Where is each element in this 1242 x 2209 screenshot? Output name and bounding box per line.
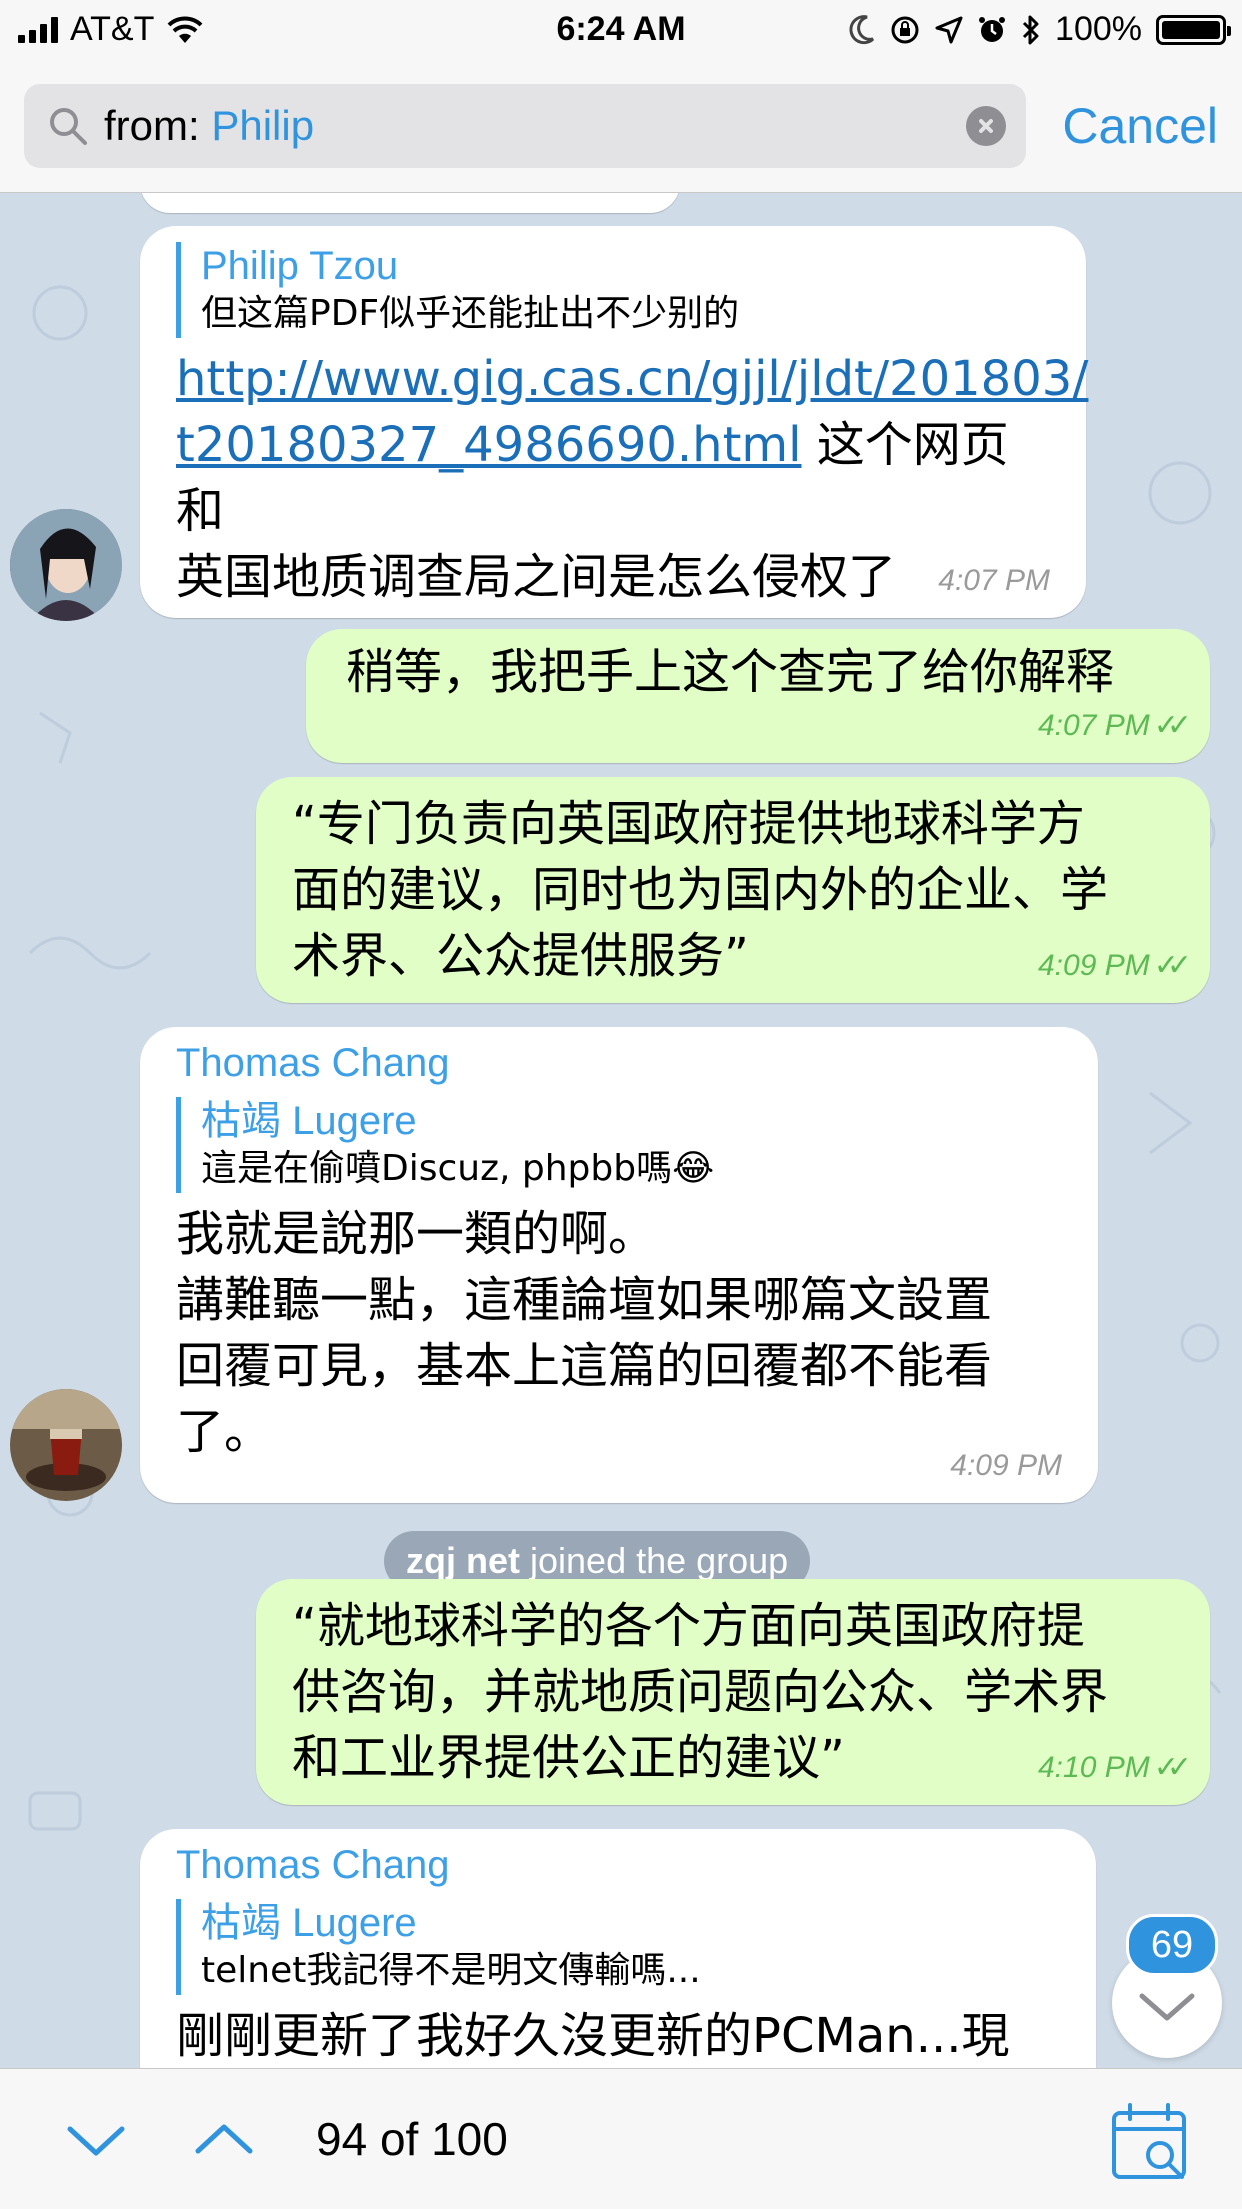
- message-time: 4:07 PM: [938, 564, 1050, 597]
- message-text-line: 面的建议，同时也为国内外的企业、学: [292, 862, 1109, 918]
- message-text-line: 供咨询，并就地质问题向公众、学术界: [292, 1664, 1109, 1720]
- sender-name[interactable]: Thomas Chang: [176, 1035, 1068, 1091]
- bluetooth-icon: [1022, 15, 1039, 44]
- search-value: from: Philip: [104, 84, 314, 168]
- battery-icon: [1156, 14, 1231, 45]
- unread-count-badge: 69: [1126, 1914, 1218, 1976]
- message-time-text: 4:07 PM: [1037, 709, 1150, 742]
- message-text: 稍等，我把手上这个查完了给你解释: [346, 644, 1115, 700]
- message-bubble-partial[interactable]: [140, 193, 680, 213]
- message-bubble-outgoing[interactable]: “就地球科学的各个方面向英国政府提 供咨询，并就地质问题向公众、学术界 和工业界…: [256, 1579, 1210, 1805]
- message-bubble-incoming[interactable]: Philip Tzou 但这篇PDF似乎还能扯出不少别的 http://www.…: [140, 226, 1088, 618]
- moon-icon: [849, 14, 875, 44]
- calendar-search-icon[interactable]: [1110, 2101, 1194, 2185]
- reply-text: telnet我記得不是明文傳輸嗎...: [201, 1950, 701, 1991]
- message-text: “专门负责向英国政府提供地球科学方 面的建议，同时也为国内外的企业、学 术界、公…: [292, 791, 1108, 989]
- message-time-text: 4:09 PM: [1037, 949, 1150, 982]
- message-text-line: 和工业界提供公正的建议”: [292, 1730, 845, 1786]
- message-time: 4:07 PM ✓✓: [1037, 708, 1192, 743]
- message-bubble-incoming[interactable]: Thomas Chang 枯竭 Lugere 這是在偷噴Discuz, phpb…: [140, 1027, 1098, 1503]
- reply-author: Philip Tzou: [201, 244, 399, 288]
- read-checkmarks-icon: ✓✓: [1153, 949, 1192, 982]
- alarm-icon: [979, 16, 1006, 42]
- message-text-line: “专门负责向英国政府提供地球科学方: [292, 796, 1085, 852]
- service-user[interactable]: zqj net: [406, 1540, 520, 1581]
- status-bar: AT&T 6:24 AM 100%: [0, 0, 1242, 60]
- message-bubble-incoming[interactable]: Thomas Chang 枯竭 Lugere telnet我記得不是明文傳輸嗎.…: [140, 1829, 1096, 2068]
- reply-quote[interactable]: 枯竭 Lugere 這是在偷噴Discuz, phpbb嗎😂: [176, 1097, 1068, 1193]
- search-icon: [50, 108, 87, 145]
- reply-text: 這是在偷噴Discuz, phpbb嗎😂: [201, 1148, 715, 1189]
- avatar-philip[interactable]: [10, 509, 122, 621]
- orientation-lock-icon: [891, 16, 919, 43]
- cancel-button[interactable]: Cancel: [1062, 84, 1218, 168]
- location-icon: [935, 16, 963, 43]
- message-text-line: “就地球科学的各个方面向英国政府提: [292, 1598, 1085, 1654]
- result-counter: 94 of 100: [316, 2113, 508, 2165]
- reply-quote[interactable]: 枯竭 Lugere telnet我記得不是明文傳輸嗎...: [176, 1899, 1066, 1995]
- message-time: 4:09 PM: [950, 1449, 1062, 1482]
- message-time: 4:09 PM ✓✓: [1037, 948, 1192, 983]
- read-checkmarks-icon: ✓✓: [1153, 709, 1192, 742]
- message-time: 4:10 PM ✓✓: [1037, 1750, 1192, 1785]
- message-bubble-outgoing[interactable]: 稍等，我把手上这个查完了给你解释 4:07 PM ✓✓: [306, 629, 1210, 763]
- message-text: 剛剛更新了我好久沒更新的PCMan...現: [176, 2008, 1010, 2064]
- chat-area[interactable]: Philip Tzou 但这篇PDF似乎还能扯出不少别的 http://www.…: [0, 193, 1242, 2068]
- sender-name[interactable]: Thomas Chang: [176, 1837, 1066, 1893]
- previous-result-chevron-up-icon[interactable]: [192, 2109, 256, 2169]
- next-result-chevron-down-icon[interactable]: [64, 2109, 128, 2169]
- search-results-bar: 94 of 100: [0, 2068, 1242, 2209]
- battery-percent: 100%: [1055, 10, 1142, 48]
- message-text: http://www.gig.cas.cn/gjjl/jldt/201803/t…: [176, 346, 1088, 610]
- message-time-text: 4:10 PM: [1037, 1751, 1150, 1784]
- message-text-line: 講難聽一點，這種論壇如果哪篇文設置: [176, 1272, 993, 1328]
- search-header: from: Philip Cancel: [0, 60, 1242, 193]
- reply-author: 枯竭 Lugere: [201, 1099, 417, 1143]
- read-checkmarks-icon: ✓✓: [1153, 1751, 1192, 1784]
- reply-author: 枯竭 Lugere: [201, 1901, 417, 1945]
- message-bubble-outgoing[interactable]: “专门负责向英国政府提供地球科学方 面的建议，同时也为国内外的企业、学 术界、公…: [256, 777, 1210, 1003]
- link-line-2: t20180327_4986690.html: [176, 417, 802, 473]
- search-prefix: from:: [104, 102, 212, 149]
- message-text: 我就是說那一類的啊。 講難聽一點，這種論壇如果哪篇文設置 回覆可見，基本上這篇的…: [176, 1201, 1068, 1465]
- search-input[interactable]: from: Philip: [24, 84, 1026, 168]
- reply-quote[interactable]: Philip Tzou 但这篇PDF似乎还能扯出不少别的: [176, 242, 1056, 338]
- message-text-line: 我就是說那一類的啊。: [176, 1206, 657, 1262]
- search-query: Philip: [211, 102, 315, 149]
- message-text-line: 回覆可見，基本上這篇的回覆都不能看: [176, 1338, 993, 1394]
- avatar-image: [10, 1389, 122, 1501]
- service-text: joined the group: [520, 1540, 789, 1581]
- avatar-image: [10, 509, 122, 621]
- message-text-line: 术界、公众提供服务”: [292, 928, 749, 984]
- message-text-line: 了。: [176, 1404, 273, 1460]
- status-right: 100%: [849, 10, 1231, 49]
- reply-text: 但这篇PDF似乎还能扯出不少别的: [201, 293, 740, 334]
- message-text-line: 英国地质调查局之间是怎么侵权了: [176, 549, 897, 605]
- message-text: “就地球科学的各个方面向英国政府提 供咨询，并就地质问题向公众、学术界 和工业界…: [292, 1593, 1108, 1791]
- link-line-1: http://www.gig.cas.cn/gjjl/jldt/201803/: [176, 351, 1089, 407]
- clear-search-button[interactable]: [966, 106, 1006, 146]
- avatar-thomas[interactable]: [10, 1389, 122, 1501]
